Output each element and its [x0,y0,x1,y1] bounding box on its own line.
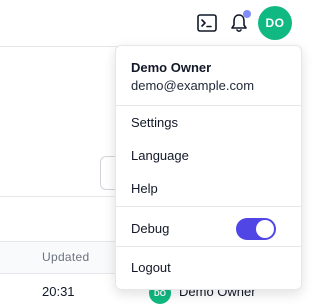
column-header-updated: Updated [42,250,90,264]
menu-divider [116,105,301,106]
terminal-button[interactable] [193,9,221,37]
user-avatar-button[interactable]: DO [258,6,292,40]
top-bar: DO [0,0,300,46]
menu-item-logout[interactable]: Logout [131,260,171,275]
terminal-icon [197,14,217,32]
menu-divider [116,206,301,207]
notification-dot [243,10,251,18]
toggle-knob [256,220,274,238]
menu-item-settings[interactable]: Settings [131,115,178,130]
menu-item-debug: Debug [131,221,170,236]
notifications-button[interactable] [225,9,253,37]
menu-item-language[interactable]: Language [131,148,189,163]
user-name: Demo Owner [131,60,212,75]
user-email: demo@example.com [131,78,255,93]
menu-divider [116,246,301,247]
debug-toggle[interactable] [236,218,276,240]
menu-item-help[interactable]: Help [131,181,158,196]
table-cell-time: 20:31 [42,284,75,299]
user-menu-dropdown: Demo Owner demo@example.com Settings Lan… [115,45,302,290]
